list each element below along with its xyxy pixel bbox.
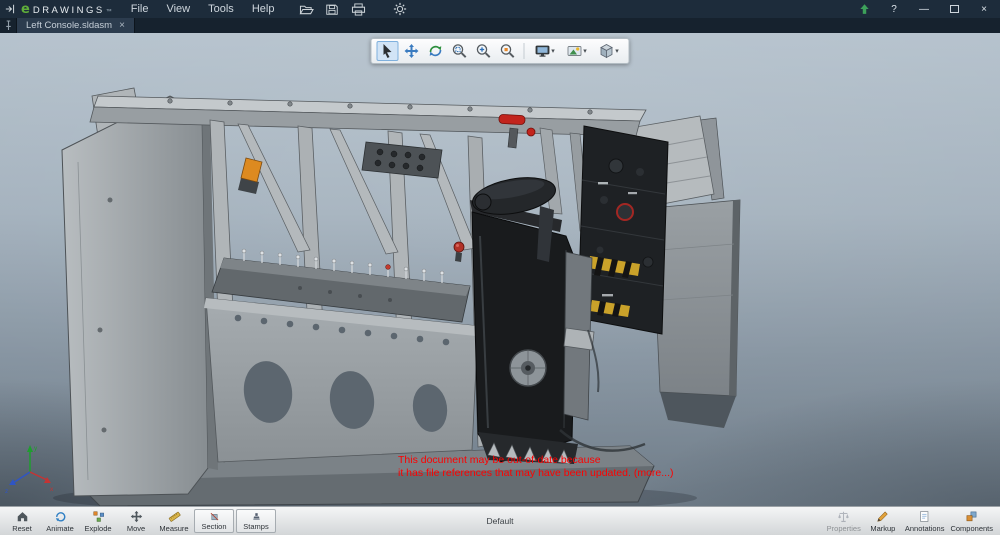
move-button[interactable]: Move: [117, 507, 155, 535]
edrawings-logo: e DRAWINGS ™: [21, 2, 112, 17]
logo-e: e: [21, 1, 30, 17]
animate-button[interactable]: Animate: [41, 507, 79, 535]
warning-line2: it has file references that may have bee…: [398, 467, 674, 479]
markup-button[interactable]: Markup: [864, 507, 902, 535]
rotate-tool[interactable]: [425, 41, 447, 61]
close-button[interactable]: ×: [976, 2, 992, 16]
components-button[interactable]: Components: [947, 507, 996, 535]
properties-button[interactable]: Properties: [824, 507, 864, 535]
update-arrow-icon[interactable]: [856, 2, 872, 16]
print-button[interactable]: [349, 1, 367, 17]
maximize-icon: [949, 5, 959, 13]
reset-button[interactable]: Reset: [3, 507, 41, 535]
explode-button[interactable]: Explode: [79, 507, 117, 535]
tab-left-console[interactable]: Left Console.sldasm ×: [16, 18, 135, 33]
maximize-button[interactable]: [946, 2, 962, 16]
help-button[interactable]: ?: [886, 2, 902, 16]
view-orientation-button[interactable]: ▾: [594, 41, 624, 61]
section-button[interactable]: Section: [194, 509, 234, 533]
tab-label: Left Console.sldasm: [26, 20, 113, 31]
measure-button[interactable]: Measure: [155, 507, 193, 535]
full-screen-button[interactable]: ▾: [530, 41, 560, 61]
toolbar-separator: [523, 43, 525, 59]
status-toolbar: Reset Animate Explode Move Measure Secti…: [0, 506, 1000, 535]
snapshot-dropdown[interactable]: ▾: [583, 47, 587, 55]
pan-tool[interactable]: [401, 41, 423, 61]
triad-z-label: z: [5, 488, 8, 495]
app-icon: [3, 2, 19, 16]
select-tool[interactable]: [376, 41, 399, 61]
document-tab-bar: Left Console.sldasm ×: [0, 18, 1000, 33]
markup-label: Markup: [870, 524, 896, 533]
zoom-window-tool[interactable]: [449, 41, 471, 61]
snapshot-button[interactable]: ▾: [562, 41, 592, 61]
annotations-label: Annotations: [904, 524, 945, 533]
warning-line1: This document may be out-of-date because: [398, 454, 601, 466]
move-label: Move: [126, 524, 146, 533]
orientation-triad: y z x: [5, 445, 54, 495]
logo-tm: ™: [105, 8, 112, 15]
model-viewport[interactable]: y z x ▾ ▾ ▾ This document may be out-of-…: [0, 33, 1000, 507]
minimize-button[interactable]: —: [916, 2, 932, 16]
menu-help[interactable]: Help: [243, 0, 284, 18]
triad-y-label: y: [34, 445, 38, 452]
edrawings-window: e DRAWINGS ™ File View Tools Help ? — × …: [0, 0, 1000, 535]
measure-label: Measure: [159, 524, 189, 533]
cad-model: y z x: [5, 87, 741, 507]
title-bar: e DRAWINGS ™ File View Tools Help ? — ×: [0, 0, 1000, 18]
logo-text: DRAWINGS: [32, 4, 105, 16]
properties-label: Properties: [826, 524, 861, 533]
zoom-tool[interactable]: [473, 41, 495, 61]
save-button[interactable]: [323, 1, 341, 17]
zoom-fit-tool[interactable]: [497, 41, 519, 61]
reset-label: Reset: [12, 524, 32, 533]
more-link[interactable]: (more...): [634, 467, 674, 479]
menu-file[interactable]: File: [122, 0, 158, 18]
menu-tools[interactable]: Tools: [199, 0, 243, 18]
stamps-button[interactable]: Stamps: [236, 509, 276, 533]
animate-label: Animate: [46, 524, 74, 533]
tab-close-icon[interactable]: ×: [119, 20, 125, 31]
menu-view[interactable]: View: [157, 0, 199, 18]
full-screen-dropdown[interactable]: ▾: [551, 47, 555, 55]
view-toolbar: ▾ ▾ ▾: [370, 38, 630, 64]
triad-x-label: x: [50, 486, 54, 493]
annotations-button[interactable]: Annotations: [902, 507, 948, 535]
settings-gear-icon[interactable]: [391, 1, 409, 17]
view-orientation-dropdown[interactable]: ▾: [615, 47, 619, 55]
open-button[interactable]: [297, 1, 315, 17]
pin-icon[interactable]: [0, 18, 16, 33]
stamps-label: Stamps: [243, 522, 269, 531]
section-label: Section: [201, 522, 227, 531]
out-of-date-warning: This document may be out-of-date because…: [398, 454, 674, 480]
components-label: Components: [950, 524, 993, 533]
explode-label: Explode: [84, 524, 112, 533]
